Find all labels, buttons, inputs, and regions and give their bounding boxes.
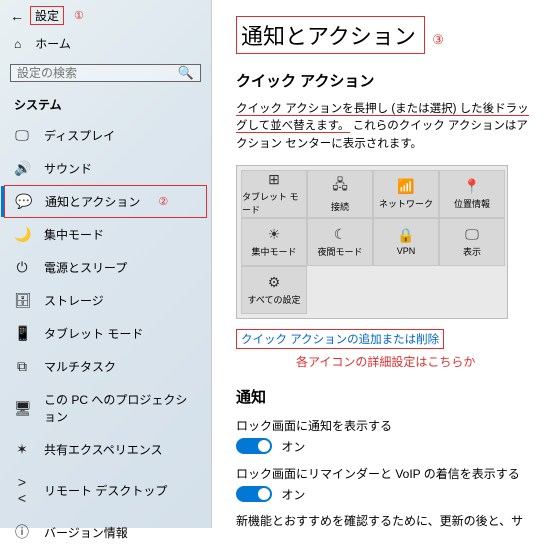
sidebar-item-1[interactable]: 🔊 サウンド [0,152,211,185]
sidebar-section-label: システム [0,92,211,119]
search-icon: 🔍 [178,65,194,81]
sidebar-item-icon: >< [14,474,30,506]
tile-icon: 📍 [463,178,480,195]
quick-action-tile-0[interactable]: ⊞ タブレット モード [241,170,307,218]
app-title-box: 設定 [30,6,64,25]
sidebar-item-3[interactable]: 🌙 集中モード [0,218,211,251]
tile-icon: ⊞ [268,171,280,188]
sidebar-item-label: リモート デスクトップ [44,482,167,499]
sidebar-item-icon: ✶ [14,441,30,458]
sidebar-item-label: ディスプレイ [44,127,115,144]
sidebar-item-icon: 🔊 [14,160,30,177]
quick-actions-blurb: クイック アクションを長押し (または選択) した後ドラッグして並べ替えます。 … [236,101,534,153]
notifications-header: 通知 [236,386,534,407]
home-icon: ⌂ [14,37,21,51]
tile-label: 位置情報 [454,197,490,210]
annotation-3: ③ [432,32,444,47]
page-title: 通知とアクション [236,16,425,54]
toggle-label-1: ロック画面に通知を表示する [236,417,534,434]
sidebar-item-11[interactable]: ⓘ バージョン情報 [0,514,211,550]
quick-action-tile-3[interactable]: 📍 位置情報 [439,170,505,218]
tile-label: VPN [397,246,416,256]
tile-label: ネットワーク [379,197,433,210]
quick-action-tile-1[interactable]: 🖧 接続 [307,170,373,218]
toggle-lockscreen-notif: ロック画面に通知を表示する オン [236,417,534,455]
sidebar-item-icon: 🖥 [14,400,30,417]
annotation-1: ① [74,9,84,22]
sidebar-item-4[interactable]: ⏻ 電源とスリープ [0,251,211,284]
toggle-welcome-info: 新機能とおすすめを確認するために、更新の後と、サインイン時にときどき、[Wind… [236,513,534,528]
add-remove-quick-actions-link[interactable]: クイック アクションの追加または削除 [236,329,444,349]
sidebar-item-label: マルチタスク [44,358,116,375]
sidebar-item-label: 通知とアクション [45,193,140,210]
quick-actions-grid: ⊞ タブレット モード 🖧 接続 📶 ネットワーク 📍 位置情報 ☀ 集中モード ☾ 夜間モード 🔒 VP… [236,165,508,319]
quick-action-tile-5[interactable]: ☾ 夜間モード [307,218,373,266]
sidebar-item-9[interactable]: ✶ 共有エクスペリエンス [0,433,211,466]
sidebar-item-label: この PC へのプロジェクション [44,391,197,425]
tile-label: 夜間モード [317,245,362,258]
back-button[interactable]: ← [10,8,24,24]
toggle-switch-1[interactable] [236,438,272,454]
annotation-2: ② [158,195,168,208]
toggle-lockscreen-voip: ロック画面にリマインダーと VoIP の着信を表示する オン [236,465,534,503]
tile-label: 接続 [331,200,349,213]
toggle-switch-2[interactable] [236,486,272,502]
sidebar-item-0[interactable]: 🖵 ディスプレイ [0,119,211,152]
tile-icon: 🖵 [465,226,479,243]
tile-label: 集中モード [251,245,296,258]
sidebar-item-icon: ⏻ [14,259,30,276]
sidebar-item-10[interactable]: >< リモート デスクトップ [0,466,211,514]
search-box[interactable]: 🔍 [10,64,201,82]
tile-icon: 🔒 [397,227,414,244]
sidebar-item-5[interactable]: 🗄 ストレージ [0,284,211,317]
sidebar-item-label: タブレット モード [44,325,143,342]
red-annotation-note: 各アイコンの詳細設定はこちらか [236,353,534,370]
sidebar-item-2[interactable]: 💬 通知とアクション ② [4,185,207,218]
toggle-label-3: 新機能とおすすめを確認するために、更新の後と、サインイン時にときどき、[Wind… [236,513,534,528]
tile-icon: ⚙ [268,274,281,291]
quick-actions-header: クイック アクション [236,70,534,91]
sidebar-item-icon: ⧉ [14,358,30,375]
sidebar-item-7[interactable]: ⧉ マルチタスク [0,350,211,383]
sidebar-item-icon: 📱 [14,325,30,342]
home-label: ホーム [35,35,71,52]
sidebar-item-icon: 💬 [15,193,31,210]
sidebar-item-icon: 🗄 [14,292,30,309]
sidebar-item-label: バージョン情報 [44,524,128,541]
toggle-state-1: オン [281,438,305,455]
quick-action-tile-2[interactable]: 📶 ネットワーク [373,170,439,218]
content-pane: 通知とアクション ③ クイック アクション クイック アクションを長押し (また… [212,0,550,528]
quick-action-tile-8[interactable]: ⚙ すべての設定 [241,266,307,314]
tile-label: タブレット モード [242,190,306,216]
tile-label: 表示 [463,245,481,258]
sidebar-item-label: 集中モード [44,226,104,243]
sidebar-item-label: サウンド [44,160,92,177]
tile-icon: 🖧 [332,174,348,198]
tile-label: すべての設定 [247,293,300,306]
sidebar-item-6[interactable]: 📱 タブレット モード [0,317,211,350]
sidebar-item-icon: ⓘ [14,522,30,542]
sidebar-item-icon: 🌙 [14,226,30,243]
tile-icon: ☀ [268,226,281,243]
quick-action-tile-6[interactable]: 🔒 VPN [373,218,439,266]
sidebar-item-label: ストレージ [44,292,104,309]
sidebar-item-label: 電源とスリープ [44,259,127,276]
sidebar-item-icon: 🖵 [14,127,30,144]
sidebar-item-label: 共有エクスペリエンス [44,441,163,458]
sidebar-item-home[interactable]: ⌂ ホーム [0,29,211,58]
app-title: 設定 [35,7,59,24]
quick-action-tile-7[interactable]: 🖵 表示 [439,218,505,266]
search-input[interactable] [17,66,178,80]
tile-icon: ☾ [334,226,347,243]
quick-action-tile-4[interactable]: ☀ 集中モード [241,218,307,266]
sidebar-item-8[interactable]: 🖥 この PC へのプロジェクション [0,383,211,433]
toggle-label-2: ロック画面にリマインダーと VoIP の着信を表示する [236,465,534,482]
toggle-state-2: オン [281,486,305,503]
tile-icon: 📶 [397,178,414,195]
sidebar: ← 設定 ① ⌂ ホーム 🔍 システム 🖵 ディスプレイ 🔊 サウンド 💬 通知とアクショ… [0,0,212,528]
